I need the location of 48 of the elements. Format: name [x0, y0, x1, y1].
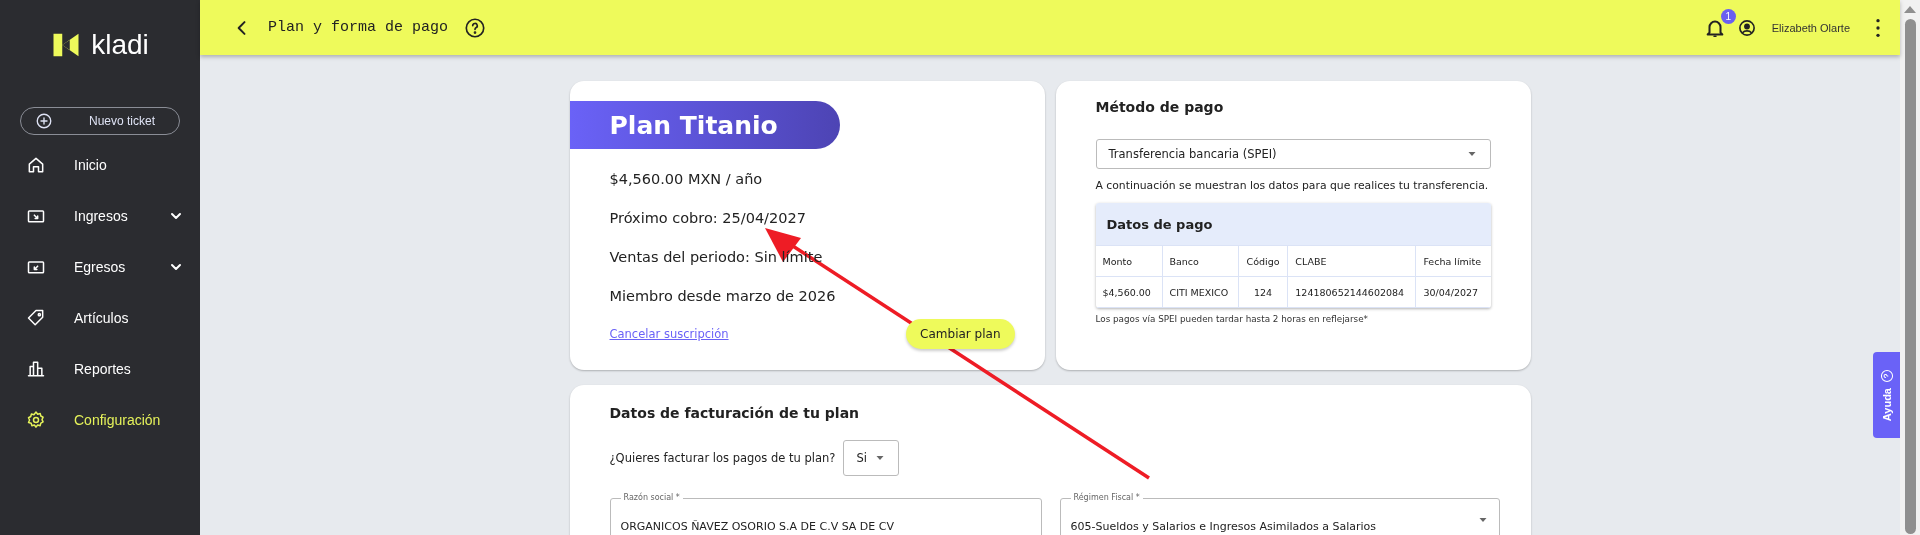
column-header: Monto: [1095, 245, 1162, 277]
scroll-thumb[interactable]: [1904, 19, 1916, 534]
cancel-link[interactable]: Cancelar suscripción: [609, 327, 729, 341]
plan-detail: Miembro desde marzo de 2026: [609, 286, 837, 306]
table-cell: 124: [1238, 276, 1288, 308]
notification-badge: 1: [1720, 8, 1736, 24]
page-title: Plan y forma de pago: [268, 19, 449, 36]
nav-item[interactable]: Ingresos: [0, 190, 200, 241]
user-circle-icon: [1737, 18, 1756, 37]
nav-item[interactable]: Configuración: [0, 394, 200, 445]
input-field[interactable]: Razón social * ORGANICOS ÑAVEZ OSORIO S.A DE C.V SA DE CV: [609, 494, 1042, 535]
description-text: A continuación se muestran los datos para que realices tu transferencia.: [1095, 179, 1490, 192]
plan-detail: $4,560.00 MXN / año: [609, 169, 764, 189]
settings-icon: [26, 409, 46, 430]
table-title: Datos de pago: [1095, 203, 1491, 245]
payment-method-select[interactable]: Transferencia bancaria (SPEI): [1095, 139, 1491, 169]
column-header: CLABE: [1287, 245, 1416, 277]
plan-detail: Próximo cobro: 25/04/2027: [609, 208, 807, 228]
scrollbar[interactable]: [1900, 0, 1920, 535]
column-header: Fecha límite: [1415, 245, 1491, 277]
note-text: Los pagos vía SPEI pueden tardar hasta 2 horas en reflejarse*: [1095, 314, 1369, 324]
question-text: ¿Quieres facturar los pagos de tu plan?: [609, 451, 836, 465]
invoice-select[interactable]: Si: [843, 440, 900, 476]
card-title: Método de pago: [1095, 99, 1225, 117]
nav-item[interactable]: Inicio: [0, 139, 200, 190]
plus-circle-icon: [35, 112, 53, 130]
field-label: Régimen Fiscal *: [1072, 494, 1141, 502]
nav-item[interactable]: Reportes: [0, 343, 200, 394]
user-name[interactable]: Elizabeth Olarte: [1771, 21, 1850, 34]
table-cell: 124180652144602084: [1287, 276, 1416, 308]
nav-item[interactable]: Artículos: [0, 292, 200, 343]
select-field[interactable]: Régimen Fiscal * 605-Sueldos y Salarios e Ingresos Asimilados a Salarios: [1059, 494, 1500, 535]
nav-item[interactable]: Egresos: [0, 241, 200, 292]
help-icon: [1879, 368, 1894, 383]
card-title: Datos de facturación de tu plan: [609, 405, 861, 423]
field-label: Razón social *: [622, 494, 681, 502]
help-tab[interactable]: Ayuda: [1873, 352, 1900, 438]
logo-text: kladi: [91, 31, 149, 59]
change-plan-button[interactable]: Cambiar plan: [906, 319, 1015, 349]
column-header: Código: [1238, 245, 1288, 277]
plan-banner: Plan Titanio: [569, 101, 840, 149]
column-header: Banco: [1162, 245, 1239, 277]
more-button[interactable]: [1874, 16, 1882, 39]
table-cell: CITI MEXICO: [1162, 276, 1239, 308]
help-icon: [464, 16, 487, 39]
more-vertical-icon: [1876, 18, 1880, 37]
tag-icon: [26, 307, 46, 328]
scroll-up-icon[interactable]: [1904, 6, 1916, 13]
